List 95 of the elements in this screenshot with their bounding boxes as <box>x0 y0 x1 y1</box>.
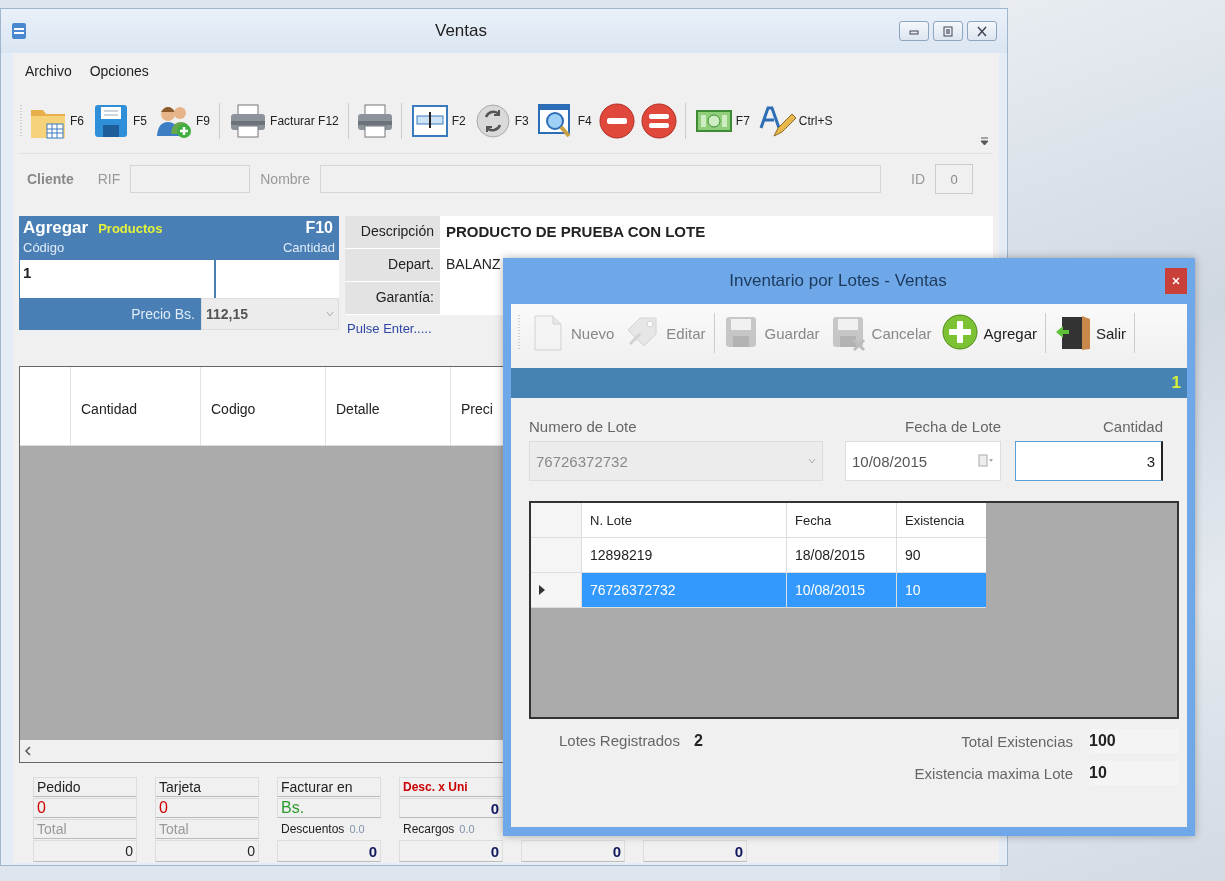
subtotal-label: Total <box>33 819 137 839</box>
cliente-label: Cliente <box>27 171 74 187</box>
toolbar-button[interactable]: Facturar F12 <box>227 100 341 142</box>
precio-dropdown[interactable]: 112,15 <box>201 298 339 330</box>
toolbar-button[interactable]: F7 <box>692 100 752 142</box>
total-amount: 0 <box>155 840 259 862</box>
stat-label: Lotes Registrados <box>559 732 680 750</box>
shortcut-label: F10 <box>305 219 333 237</box>
door-exit-icon <box>1054 314 1092 352</box>
toolbar-button[interactable]: Salir <box>1052 312 1128 354</box>
total-label: Tarjeta <box>155 777 259 797</box>
printer-icon <box>229 102 268 140</box>
subtotal-label: Descuentos 0.0 <box>280 821 366 838</box>
refresh-icon <box>473 102 512 140</box>
total-amount: 0 <box>277 840 381 862</box>
minimize-button[interactable] <box>899 21 929 41</box>
toolbar-button[interactable]: F9 <box>153 100 213 142</box>
table-cell[interactable]: 18/08/2015 <box>786 538 896 572</box>
toolbar-button[interactable]: F5 <box>90 100 150 142</box>
total-value: 0 <box>155 798 259 818</box>
total-label: Pedido <box>33 777 137 797</box>
toolbar-button[interactable]: Ctrl+S <box>755 100 835 142</box>
stat-value: 10 <box>1089 761 1179 785</box>
stat-value: 2 <box>693 732 703 750</box>
hint-text: Pulse Enter..... <box>346 320 433 338</box>
rif-label: RIF <box>97 171 121 187</box>
stat-value: 100 <box>1089 729 1179 753</box>
column-header: Codigo <box>200 367 325 445</box>
toolbar-grip-icon <box>19 103 23 139</box>
column-header: Fecha <box>786 503 896 537</box>
equals-circle-icon[interactable] <box>639 102 678 140</box>
column-header: Detalle <box>325 367 450 445</box>
app-icon <box>11 21 27 41</box>
nombre-label: Nombre <box>260 171 311 187</box>
field-label: Garantía: <box>345 282 440 314</box>
calendar-icon <box>978 454 994 468</box>
cantidad-field[interactable] <box>216 260 339 298</box>
total-amount: 0 <box>33 840 137 862</box>
scroll-left-icon[interactable] <box>24 746 32 756</box>
cantidad-label: Cantidad <box>281 240 336 257</box>
close-icon <box>1172 277 1180 285</box>
close-button[interactable] <box>967 21 997 41</box>
menu-item[interactable]: Archivo <box>19 61 78 81</box>
stat-label: Existencia maxima Lote <box>913 764 1074 782</box>
close-icon[interactable] <box>975 24 989 38</box>
date-picker[interactable]: 10/08/2015 <box>845 441 1001 481</box>
fecha-label: Fecha de Lote <box>904 418 1001 435</box>
printer-icon[interactable] <box>355 102 394 140</box>
stat-label: Total Existencias <box>960 732 1074 750</box>
maximize-icon[interactable] <box>941 24 955 38</box>
table-cell[interactable]: 12898219 <box>581 538 786 572</box>
total-value: Bs. <box>277 798 381 818</box>
column-header: Existencia <box>896 503 986 537</box>
subtotal-label: Total <box>155 819 259 839</box>
field-label: Descripción <box>345 216 440 248</box>
toolbar-button[interactable]: Agregar <box>939 312 1039 354</box>
total-amount: 0 <box>643 840 747 862</box>
subtotal-label: Recargos 0.0 <box>402 821 476 838</box>
form-icon <box>410 102 449 140</box>
total-amount: 0 <box>399 840 503 862</box>
panel-title: Agregar <box>23 218 89 238</box>
toolbar-button[interactable]: F6 <box>27 100 86 142</box>
field-value: PRODUCTO DE PRUEBA CON LOTE <box>440 216 993 248</box>
toolbar-button[interactable]: F4 <box>534 100 594 142</box>
chevron-down-icon <box>326 311 334 317</box>
nombre-field[interactable] <box>320 165 881 193</box>
table-cell[interactable]: 90 <box>896 538 986 572</box>
codigo-label: Código <box>23 240 66 257</box>
field-label: Depart. <box>345 249 440 281</box>
total-value: 0 <box>399 798 503 818</box>
current-row-icon <box>539 585 545 595</box>
toolbar-button[interactable]: F2 <box>408 100 468 142</box>
cantidad-field[interactable]: 3 <box>1015 441 1163 481</box>
cantidad-label: Cantidad <box>1101 418 1163 435</box>
rif-field[interactable] <box>130 165 251 193</box>
menu-item[interactable]: Opciones <box>83 61 155 81</box>
record-counter: 1 <box>511 368 1187 398</box>
column-header: Cantidad <box>70 367 200 445</box>
panel-subtitle: Productos <box>98 221 164 236</box>
total-label: Facturar en <box>277 777 381 797</box>
column-header: N. Lote <box>581 503 786 537</box>
total-amount: 0 <box>521 840 625 862</box>
plus-circle-icon <box>941 314 980 352</box>
chevron-down-icon <box>808 458 816 464</box>
total-label: Desc. x Uni <box>399 777 503 797</box>
codigo-field[interactable]: 1 <box>20 260 214 298</box>
minus-circle-icon[interactable] <box>597 102 636 140</box>
precio-label: Precio Bs. <box>19 298 201 330</box>
overflow-icon[interactable] <box>980 135 989 147</box>
table-row[interactable]: 12898219 18/08/2015 90 <box>531 538 986 573</box>
toolbar-button[interactable]: F3 <box>471 100 531 142</box>
id-label: ID <box>911 171 925 187</box>
close-button[interactable] <box>1165 268 1187 294</box>
window-title: Ventas <box>434 21 488 41</box>
total-value: 0 <box>33 798 137 818</box>
